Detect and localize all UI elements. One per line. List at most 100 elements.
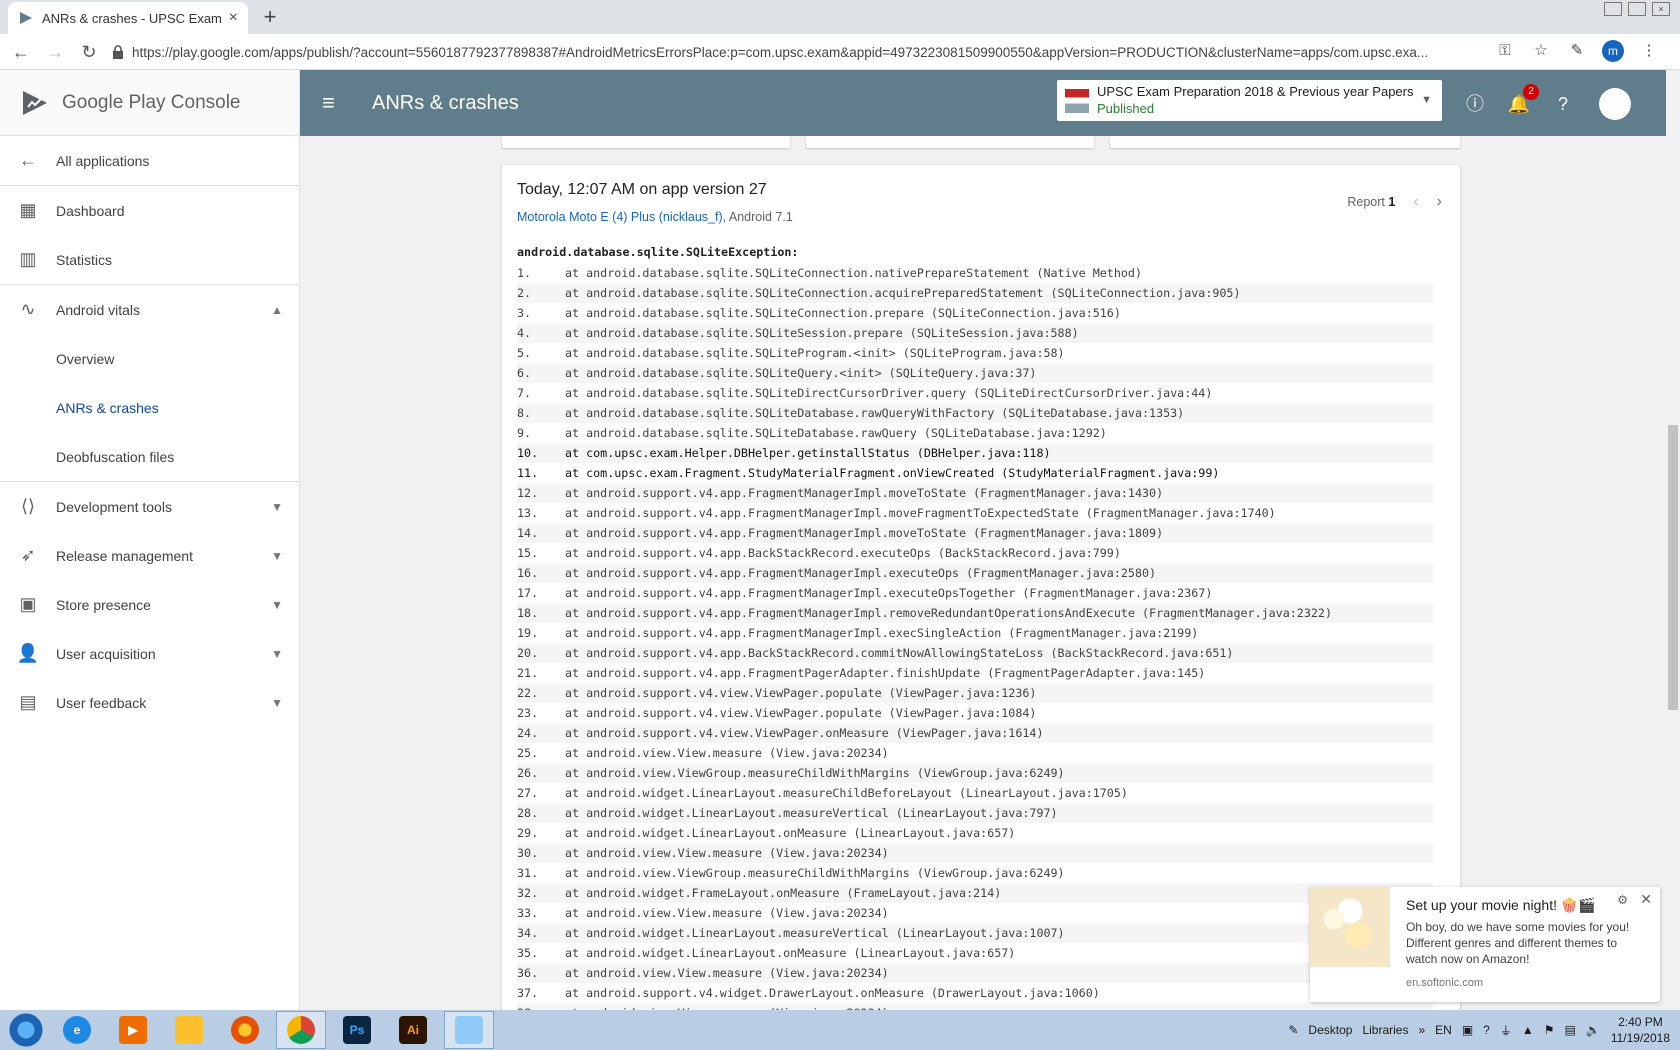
new-tab-button[interactable]: + [258, 4, 282, 30]
stack-trace-row: 18. at android.support.v4.app.FragmentMan… [517, 603, 1433, 623]
dropdown-arrow-icon: ▼ [1421, 94, 1432, 106]
close-window-icon[interactable]: × [1652, 2, 1670, 16]
gear-icon[interactable]: ⚙ [1617, 893, 1628, 907]
sidebar-item-label: User feedback [56, 694, 147, 711]
browser-menu-icon[interactable]: ⋮ [1638, 40, 1660, 62]
menu-icon[interactable]: ≡ [322, 90, 346, 116]
sidebar-item-label: Development tools [56, 498, 172, 515]
stack-frame-text: at android.support.v4.app.FragmentManage… [565, 526, 1164, 540]
stack-frame-text: at android.support.v4.view.ViewPager.onM… [565, 726, 1044, 740]
sidebar-item-store-presence[interactable]: ▣ Store presence ▼ [0, 580, 299, 629]
sidebar: Google Play Console ← All applications ▦… [0, 70, 300, 1010]
info-icon[interactable]: ⓘ [1463, 92, 1487, 116]
address-bar[interactable]: https://play.google.com/apps/publish/?ac… [112, 39, 1482, 65]
stack-frame-text: at android.widget.LinearLayout.measureCh… [565, 786, 1128, 800]
scrollbar-thumb[interactable] [1668, 425, 1678, 710]
restore-icon[interactable] [1628, 2, 1646, 16]
app-selector[interactable]: UPSC Exam Preparation 2018 & Previous ye… [1057, 80, 1442, 121]
account-avatar[interactable] [1599, 88, 1631, 120]
stack-frame-text: at android.support.v4.app.FragmentManage… [565, 606, 1332, 620]
stack-frame-text: at android.support.v4.app.BackStackRecor… [565, 646, 1234, 660]
stack-frame-number: 36. [517, 966, 539, 980]
stack-frame-number: 1. [517, 266, 532, 280]
notifications-icon[interactable]: 🔔 2 [1507, 84, 1539, 116]
desktop-toolbar[interactable]: Desktop [1308, 1023, 1352, 1037]
taskbar-internet-explorer[interactable]: e [52, 1011, 102, 1049]
browser-tab[interactable]: ANRs & crashes - UPSC Exam Pre × [8, 2, 248, 34]
taskbar-media-player[interactable]: ▶ [108, 1011, 158, 1049]
close-icon[interactable]: ✕ [1640, 891, 1652, 908]
sidebar-item-all-applications[interactable]: ← All applications [0, 136, 299, 185]
sidebar-item-dashboard[interactable]: ▦ Dashboard [0, 186, 299, 235]
stack-frame-text: at android.database.sqlite.SQLiteDirectC… [565, 386, 1213, 400]
bookmark-star-icon[interactable]: ☆ [1530, 40, 1552, 62]
stack-trace-row: 12. at android.support.v4.app.FragmentMan… [517, 483, 1433, 503]
page-scrollbar[interactable] [1666, 70, 1680, 1010]
exception-name: android.database.sqlite.SQLiteException: [517, 245, 799, 259]
previous-report-icon[interactable]: ‹ [1413, 193, 1418, 211]
stack-frame-number: 27. [517, 786, 539, 800]
stack-trace-row: 14. at android.support.v4.app.FragmentMan… [517, 523, 1433, 543]
sidebar-item-label: Dashboard [56, 202, 125, 219]
ad-notification[interactable]: Set up your movie night! 🍿🎬 Oh boy, do w… [1310, 887, 1660, 1002]
taskbar-chrome[interactable] [276, 1011, 326, 1049]
taskbar-control-panel[interactable] [444, 1011, 494, 1049]
help-tray-icon[interactable]: ? [1483, 1023, 1490, 1037]
chevron-down-icon: ▼ [271, 499, 283, 514]
stack-frame-text: at android.database.sqlite.SQLiteSession… [565, 326, 1079, 340]
network-icon[interactable]: ▤ [1565, 1023, 1576, 1037]
brand[interactable]: Google Play Console [0, 70, 299, 136]
language-indicator[interactable]: EN [1435, 1023, 1452, 1037]
volume-icon[interactable]: 🔈 [1586, 1023, 1601, 1037]
key-icon[interactable]: ⚿ [1494, 40, 1516, 62]
taskbar-photoshop[interactable]: Ps [332, 1011, 382, 1049]
sidebar-item-user-feedback[interactable]: ▤ User feedback ▼ [0, 678, 299, 727]
clock[interactable]: 2:40 PM 11/19/2018 [1611, 1014, 1670, 1046]
stack-frame-text: at android.database.sqlite.SQLiteQuery.<… [565, 366, 1037, 380]
start-button[interactable] [6, 1010, 46, 1050]
sidebar-item-android-vitals[interactable]: ∿ Android vitals ▲ [0, 285, 299, 334]
taskbar-firefox[interactable] [220, 1011, 270, 1049]
back-icon[interactable]: ← [8, 39, 34, 65]
sidebar-item-development-tools[interactable]: ⟨⟩ Development tools ▼ [0, 482, 299, 531]
sidebar-subitem-anrs-crashes[interactable]: ANRs & crashes [0, 383, 299, 432]
sidebar-subitem-deobfuscation-files[interactable]: Deobfuscation files [0, 432, 299, 481]
show-hidden-icons[interactable]: ▲ [1522, 1023, 1534, 1037]
stack-frame-text: at com.upsc.exam.Helper.DBHelper.getinst… [565, 446, 1051, 460]
stack-frame-number: 33. [517, 906, 539, 920]
stack-frame-number: 35. [517, 946, 539, 960]
action-center-icon[interactable]: ⚑ [1544, 1023, 1555, 1037]
stack-trace-row: 31. at android.view.ViewGroup.measureChil… [517, 863, 1433, 883]
help-icon[interactable]: ? [1551, 92, 1575, 116]
stack-frame-number: 34. [517, 926, 539, 940]
tab-close-icon[interactable]: × [229, 9, 238, 27]
stack-frame-text: at android.view.ViewGroup.measureChildWi… [565, 866, 1065, 880]
minimize-icon[interactable] [1604, 2, 1622, 16]
dashboard-icon: ▦ [19, 200, 37, 220]
tray-app-icon[interactable]: ▣ [1462, 1023, 1473, 1037]
media-player-icon: ▶ [119, 1016, 147, 1044]
libraries-toolbar[interactable]: Libraries [1362, 1023, 1408, 1037]
device-link[interactable]: Motorola Moto E (4) Plus (nicklaus_f) [517, 210, 723, 224]
taskbar-file-explorer[interactable] [164, 1011, 214, 1049]
toolbar-expand-icon[interactable]: » [1418, 1023, 1425, 1037]
pen-tray-icon[interactable]: ✎ [1288, 1023, 1298, 1037]
pen-extension-icon[interactable]: ✎ [1566, 40, 1588, 62]
stack-trace-row: 6. at android.database.sqlite.SQLiteQuery… [517, 363, 1433, 383]
app-bar: ≡ ANRs & crashes UPSC Exam Preparation 2… [300, 70, 1666, 136]
stack-frame-number: 8. [517, 406, 532, 420]
sidebar-item-user-acquisition[interactable]: 👤 User acquisition ▼ [0, 629, 299, 678]
forward-icon[interactable]: → [42, 39, 68, 65]
reload-icon[interactable]: ↻ [76, 39, 102, 65]
profile-avatar[interactable]: m [1602, 40, 1624, 62]
next-report-icon[interactable]: › [1437, 193, 1442, 211]
stack-frame-text: at android.support.v4.view.ViewPager.pop… [565, 686, 1037, 700]
stack-frame-text: at android.support.v4.app.FragmentManage… [565, 626, 1199, 640]
taskbar-illustrator[interactable]: Ai [388, 1011, 438, 1049]
stack-frame-number: 25. [517, 746, 539, 760]
sidebar-item-statistics[interactable]: ▥ Statistics [0, 235, 299, 284]
sidebar-subitem-overview[interactable]: Overview [0, 334, 299, 383]
sidebar-item-release-management[interactable]: ➶ Release management ▼ [0, 531, 299, 580]
usb-tray-icon[interactable]: ⏚ [1500, 1022, 1512, 1039]
stack-frame-text: at android.support.v4.app.FragmentPagerA… [565, 666, 1206, 680]
